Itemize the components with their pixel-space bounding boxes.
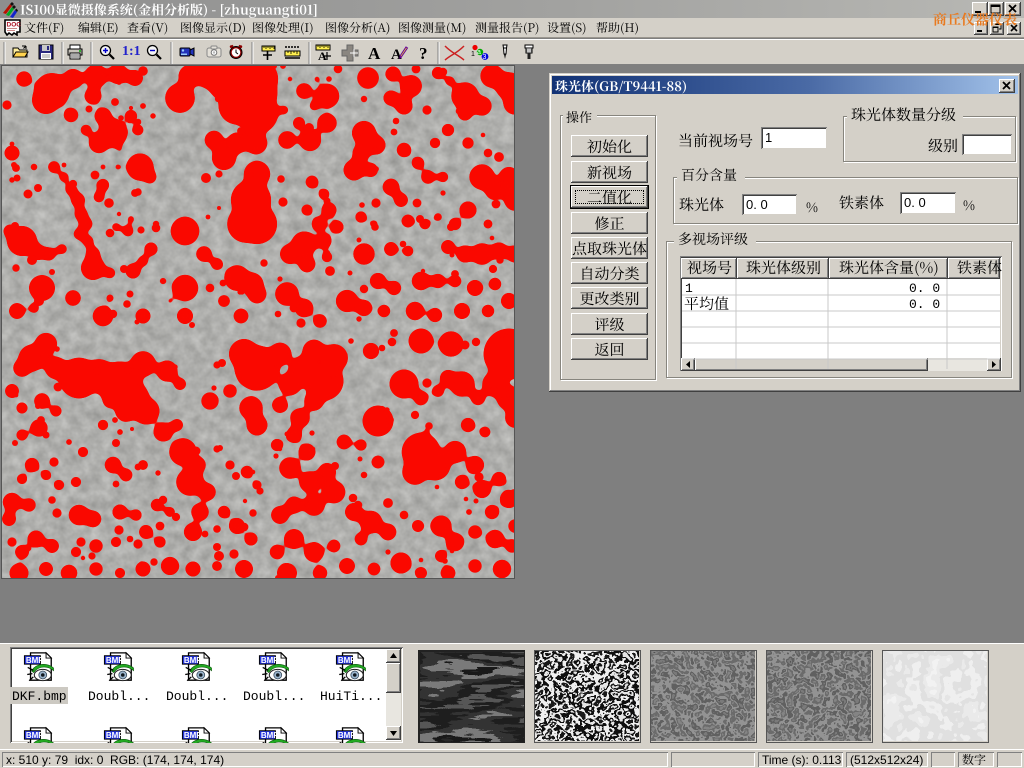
svg-text:DOC: DOC: [7, 22, 22, 29]
